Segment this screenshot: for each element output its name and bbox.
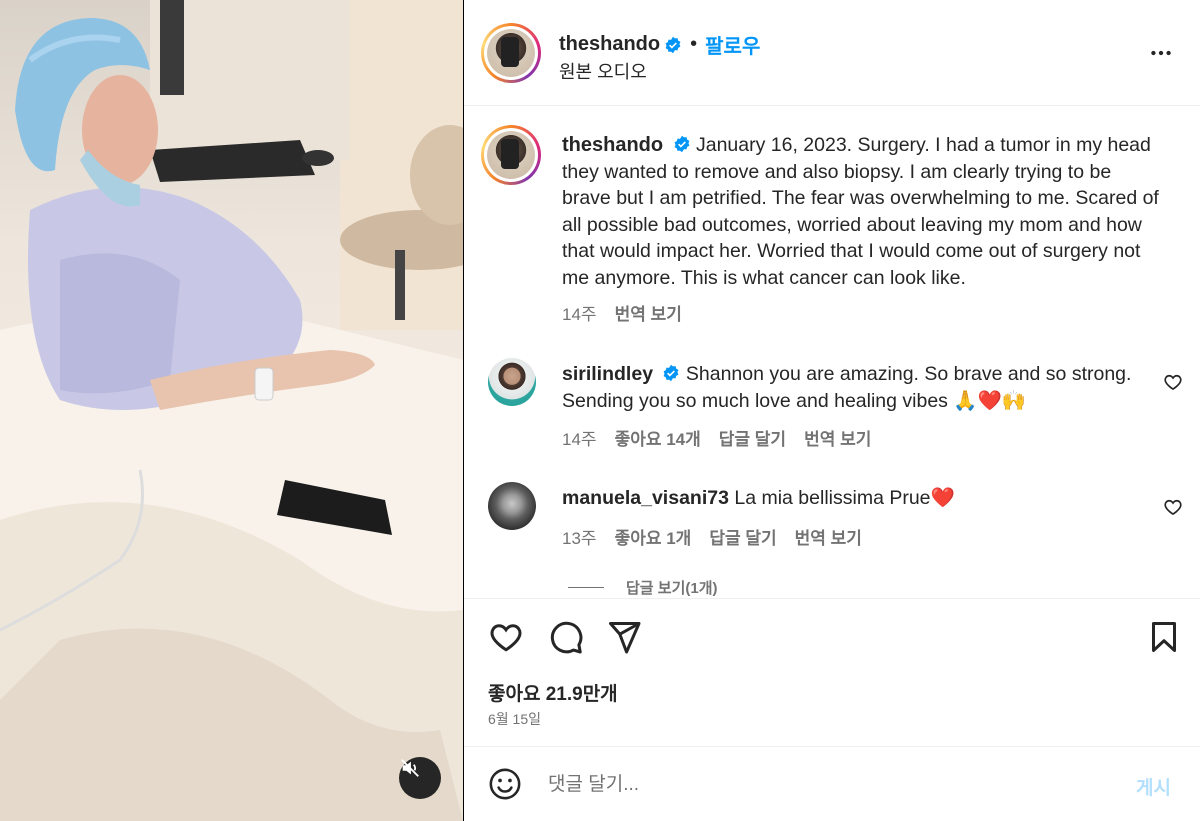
comment-meta: 13주 좋아요 1개 답글 달기 번역 보기 (562, 524, 862, 549)
emoji-icon[interactable] (488, 767, 522, 801)
translate-button[interactable]: 번역 보기 (795, 524, 862, 549)
caption-time[interactable]: 14주 (562, 300, 597, 325)
like-heart-icon[interactable] (488, 619, 524, 655)
caption-username[interactable]: theshando (562, 134, 663, 156)
mute-button[interactable] (399, 757, 441, 799)
caption-translate-button[interactable]: 번역 보기 (615, 300, 682, 325)
author-info: theshando • 팔로우 (559, 30, 760, 59)
post-header: theshando • 팔로우 원본 오디오 (464, 0, 1200, 106)
caption-avatar[interactable] (481, 125, 541, 185)
comment-text: La mia bellissima Prue❤️ (734, 487, 955, 509)
comment-input[interactable] (548, 769, 1108, 801)
author-username[interactable]: theshando (559, 33, 660, 56)
caption-meta: 14주 번역 보기 (562, 300, 682, 325)
audio-label[interactable]: 원본 오디오 (559, 58, 647, 84)
author-avatar[interactable] (481, 23, 541, 83)
comment-bubble-icon[interactable] (548, 619, 584, 655)
caption: theshando January 16, 2023. Surgery. I h… (562, 132, 1162, 291)
likes-count[interactable]: 좋아요 21.9만개 (488, 679, 618, 706)
post-date[interactable]: 6월 15일 (488, 709, 541, 729)
save-bookmark-icon[interactable] (1146, 619, 1182, 655)
share-paper-plane-icon[interactable] (606, 619, 642, 655)
comment-composer: 게시 (464, 746, 1200, 821)
action-bar: 좋아요 21.9만개 6월 15일 (464, 598, 1200, 746)
reply-button[interactable]: 답글 달기 (719, 425, 786, 450)
comment-likes[interactable]: 좋아요 14개 (615, 425, 701, 450)
comment-avatar[interactable] (488, 358, 536, 406)
post-comment-button[interactable]: 게시 (1136, 773, 1171, 800)
comment-like-heart-icon[interactable] (1163, 497, 1183, 517)
comment-username[interactable]: manuela_visani73 (562, 487, 729, 509)
comment-username[interactable]: sirilindley (562, 363, 653, 385)
comment-time[interactable]: 14주 (562, 425, 597, 450)
post-media[interactable] (0, 0, 463, 821)
comment-likes[interactable]: 좋아요 1개 (615, 524, 692, 549)
separator-dot: • (690, 33, 698, 55)
post-panel: theshando • 팔로우 원본 오디오 theshando January… (464, 0, 1200, 821)
comment-avatar[interactable] (488, 482, 536, 530)
more-options-icon[interactable] (1148, 40, 1174, 66)
comment-time[interactable]: 13주 (562, 524, 597, 549)
comment-meta: 14주 좋아요 14개 답글 달기 번역 보기 (562, 425, 871, 450)
verified-badge-icon (674, 135, 689, 153)
speaker-muted-icon (401, 759, 419, 777)
comment-like-heart-icon[interactable] (1163, 372, 1183, 392)
follow-button[interactable]: 팔로우 (705, 30, 760, 59)
verified-badge-icon (664, 364, 679, 382)
reply-button[interactable]: 답글 달기 (709, 524, 776, 549)
translate-button[interactable]: 번역 보기 (804, 425, 871, 450)
view-replies-label: 답글 보기(1개) (626, 580, 718, 597)
view-replies-button[interactable]: 답글 보기(1개) (568, 577, 718, 597)
comment-item: sirilindley Shannon you are amazing. So … (562, 361, 1142, 414)
comment-item: manuela_visani73 La mia bellissima Prue❤… (562, 485, 1142, 512)
verified-badge-icon (665, 36, 681, 53)
hospital-photo (0, 0, 463, 821)
replies-line (568, 587, 604, 588)
comments-section[interactable]: theshando January 16, 2023. Surgery. I h… (464, 107, 1200, 597)
caption-text: January 16, 2023. Surgery. I had a tumor… (562, 134, 1159, 289)
